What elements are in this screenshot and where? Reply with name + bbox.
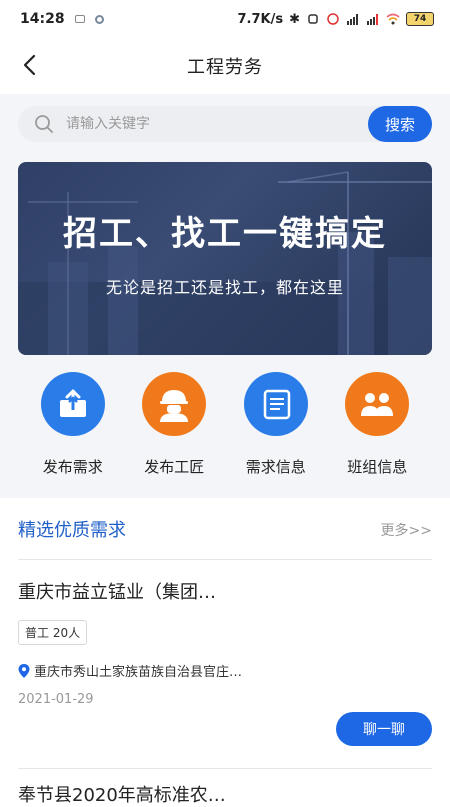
quick-action-label: 发布工匠 [144,458,205,476]
quick-actions: 发布需求 发布工匠 需求信息 班组信息 [0,366,450,484]
quick-action-team-info[interactable]: 班组信息 [331,366,423,484]
notification-icon [74,15,85,23]
net-speed: 7.7K/s [237,11,284,27]
construction-background-image [18,171,432,355]
bluetooth-icon: ✱ [289,11,300,27]
listing-location-text: 重庆市秀山土家族苗族自治县官庄… [34,665,243,680]
team-people-icon [345,372,410,436]
quick-action-label: 班组信息 [347,458,408,476]
section-title: 精选优质需求 [18,520,126,541]
worker-helmet-icon [142,372,207,436]
quick-action-label: 发布需求 [42,458,103,476]
featured-demands-section: 精选优质需求 更多>> 重庆市益立锰业（集团… 普工 20人 重庆市秀山土家族苗… [0,498,450,806]
search-bar: 搜索 [18,106,432,142]
wifi-icon [386,13,400,25]
listing-tag: 普工 20人 [18,620,88,645]
status-time: 14:28 [20,11,65,27]
nav-bar: 工程劳务 [0,38,450,94]
app-notification-icon [94,14,104,24]
signal-icon-2 [367,14,378,25]
chat-button[interactable]: 聊一聊 [336,712,432,746]
listing-card[interactable]: 重庆市益立锰业（集团… 普工 20人 重庆市秀山土家族苗族自治县官庄… 2021… [18,578,432,758]
chevron-left-icon [23,54,36,76]
listing-card[interactable]: 奉节县2020年高标准农… [18,781,432,807]
upload-box-icon [40,372,105,436]
alarm-icon [327,13,339,25]
more-link[interactable]: 更多>> [381,520,432,540]
search-input[interactable] [66,106,356,142]
signal-icon [347,14,358,25]
quick-action-publish-demand[interactable]: 发布需求 [27,366,119,484]
section-header: 精选优质需求 更多>> [18,498,432,560]
location-pin-icon [18,663,30,678]
listing-location: 重庆市秀山土家族苗族自治县官庄… [18,661,432,680]
document-list-icon [243,372,308,436]
divider [18,768,432,769]
status-bar: 14:28 7.7K/s ✱ 74 [0,0,450,38]
banner-headline: 招工、找工一键搞定 [63,214,387,254]
quick-action-label: 需求信息 [245,458,306,476]
back-button[interactable] [14,50,44,80]
page-title: 工程劳务 [187,57,263,78]
quick-action-demand-info[interactable]: 需求信息 [230,366,322,484]
promo-banner[interactable]: 招工、找工一键搞定 无论是招工还是找工，都在这里 [18,162,432,355]
listing-title: 奉节县2020年高标准农… [18,785,226,806]
search-button[interactable]: 搜索 [368,106,432,142]
battery-icon: 74 [406,12,434,26]
quick-action-publish-craftsman[interactable]: 发布工匠 [128,366,220,484]
banner-subtitle: 无论是招工还是找工，都在这里 [105,278,344,297]
vibrate-icon [308,14,318,24]
page-content: 搜索 招工、找工一键搞定 无论是招工还是找工，都在这里 [0,94,450,806]
listing-date: 2021-01-29 [18,692,94,707]
search-icon [35,115,53,133]
listing-title: 重庆市益立锰业（集团… [18,582,216,603]
